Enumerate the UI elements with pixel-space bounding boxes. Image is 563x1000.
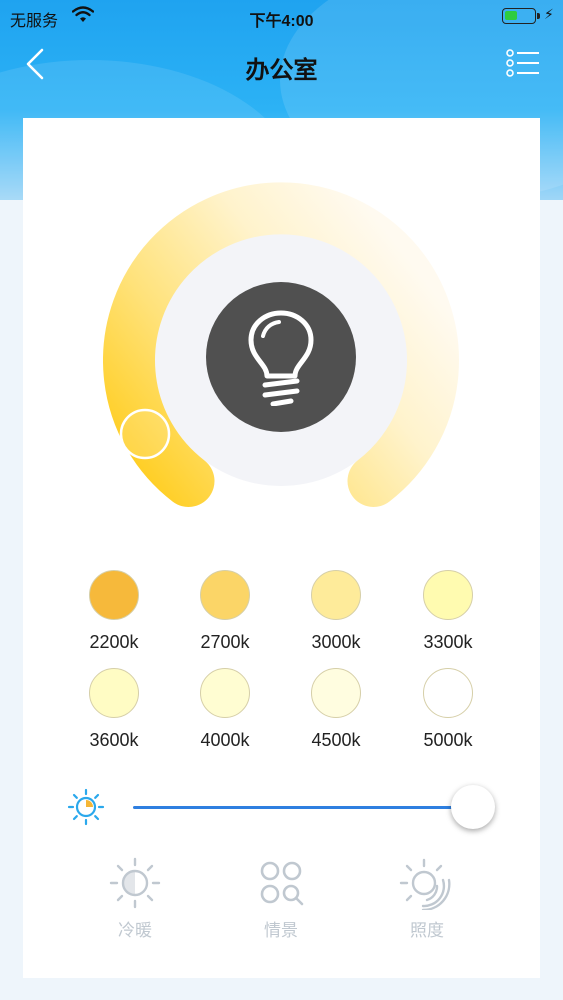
illuminance-icon	[399, 858, 451, 910]
swatch-circle	[311, 668, 361, 718]
swatch-circle	[423, 570, 473, 620]
tab-label: 冷暖	[118, 921, 152, 940]
tab-scene[interactable]: 情景	[221, 856, 341, 941]
page-title: 办公室	[245, 57, 318, 84]
tab-label: 照度	[410, 921, 444, 940]
tab-color-temperature[interactable]: 冷暖	[75, 856, 195, 941]
dial-handle[interactable]	[119, 408, 171, 460]
swatch-label: 5000k	[423, 730, 473, 750]
brightness-slider-row	[23, 782, 540, 832]
list-menu-button[interactable]	[506, 48, 540, 78]
lightbulb-icon	[248, 310, 314, 406]
swatch-label: 3000k	[311, 632, 361, 652]
tab-illuminance[interactable]: 照度	[367, 856, 487, 941]
swatch-5000k[interactable]: 5000k	[393, 668, 503, 751]
swatch-2200k[interactable]: 2200k	[59, 570, 169, 653]
brightness-track[interactable]	[133, 806, 473, 809]
swatch-2700k[interactable]: 2700k	[170, 570, 280, 653]
status-bar: 无服务 下午4:00 ⚡	[0, 0, 563, 34]
scene-icon	[260, 861, 304, 906]
brightness-thumb[interactable]	[451, 785, 495, 829]
swatch-label: 3600k	[89, 730, 139, 750]
sun-half-icon	[109, 857, 161, 909]
swatch-circle	[89, 668, 139, 718]
swatch-circle	[200, 668, 250, 718]
swatch-label: 3300k	[423, 632, 473, 652]
swatch-label: 2700k	[200, 632, 250, 652]
swatch-3600k[interactable]: 3600k	[59, 668, 169, 751]
brightness-sun-icon	[67, 788, 105, 826]
swatch-circle	[311, 570, 361, 620]
power-button[interactable]	[206, 282, 356, 432]
navigation-bar: 办公室	[0, 40, 563, 88]
battery-icon	[502, 8, 540, 24]
swatch-label: 4500k	[311, 730, 361, 750]
swatch-circle	[200, 570, 250, 620]
swatch-label: 4000k	[200, 730, 250, 750]
swatch-circle	[89, 570, 139, 620]
swatch-3300k[interactable]: 3300k	[393, 570, 503, 653]
charging-icon: ⚡	[544, 6, 554, 22]
swatch-label: 2200k	[89, 632, 139, 652]
swatch-3000k[interactable]: 3000k	[281, 570, 391, 653]
battery-level	[505, 11, 517, 20]
swatch-4500k[interactable]: 4500k	[281, 668, 391, 751]
swatch-4000k[interactable]: 4000k	[170, 668, 280, 751]
status-time: 下午4:00	[249, 13, 314, 30]
swatch-circle	[423, 668, 473, 718]
control-card: 2200k 2700k 3000k 3300k 3600k 4000k 4500…	[23, 118, 540, 978]
bottom-mode-tabs: 冷暖 情景 照度	[23, 856, 540, 956]
tab-label: 情景	[264, 921, 298, 940]
